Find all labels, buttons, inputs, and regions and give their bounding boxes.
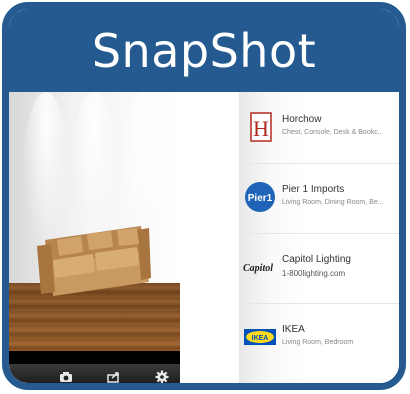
store-name: IKEA [282, 324, 305, 335]
store-name: Pier 1 Imports [282, 184, 345, 195]
svg-text:H: H [253, 116, 269, 141]
store-subtitle: 1-800lighting.com [282, 269, 346, 278]
svg-text:Capitol: Capitol [243, 263, 273, 274]
store-item-pier1[interactable]: Pier1 Pier 1 Imports Living Room, Dining… [239, 164, 405, 234]
store-subtitle: Living Room, Bedroom [282, 339, 354, 346]
pier1-logo: Pier1 [245, 182, 275, 212]
room-toolbar [9, 364, 180, 384]
gear-icon[interactable] [155, 370, 169, 383]
ikea-logo: IKEA [244, 329, 276, 345]
svg-text:IKEA: IKEA [252, 335, 269, 342]
store-item-horchow[interactable]: H Horchow Chest, Console, Desk & Bookc..… [239, 94, 405, 164]
store-list-panel: H Horchow Chest, Console, Desk & Bookc..… [239, 92, 405, 383]
chevron-right-icon: › [401, 188, 405, 202]
share-icon[interactable] [107, 371, 121, 384]
store-subtitle: Living Room, Dining Room, Be... [282, 199, 384, 206]
chevron-right-icon: › [401, 328, 405, 342]
store-item-ikea[interactable]: IKEA IKEA Living Room, Bedroom › [239, 304, 405, 374]
svg-text:Pier1: Pier1 [248, 193, 273, 204]
app-title: SnapShot [91, 23, 317, 78]
app-header: SnapShot [9, 9, 399, 92]
app-frame: SnapShot H Horchow Chest, Console, Desk … [2, 2, 406, 390]
camera-icon[interactable] [59, 371, 73, 384]
store-name: Capitol Lighting [282, 254, 351, 265]
horchow-logo: H [250, 112, 272, 142]
preview-bottom-bar [9, 351, 180, 364]
store-list: H Horchow Chest, Console, Desk & Bookc..… [180, 92, 405, 383]
capitol-lighting-logo: Capitol [243, 263, 273, 274]
sofa-image[interactable] [33, 220, 151, 300]
chevron-right-icon: › [401, 258, 405, 272]
chevron-right-icon: › [401, 118, 405, 132]
store-item-capitol[interactable]: Capitol Capitol Lighting 1-800lighting.c… [239, 234, 405, 304]
room-preview [9, 92, 180, 384]
store-name: Horchow [282, 114, 322, 125]
store-subtitle: Chest, Console, Desk & Bookc... [282, 129, 384, 136]
